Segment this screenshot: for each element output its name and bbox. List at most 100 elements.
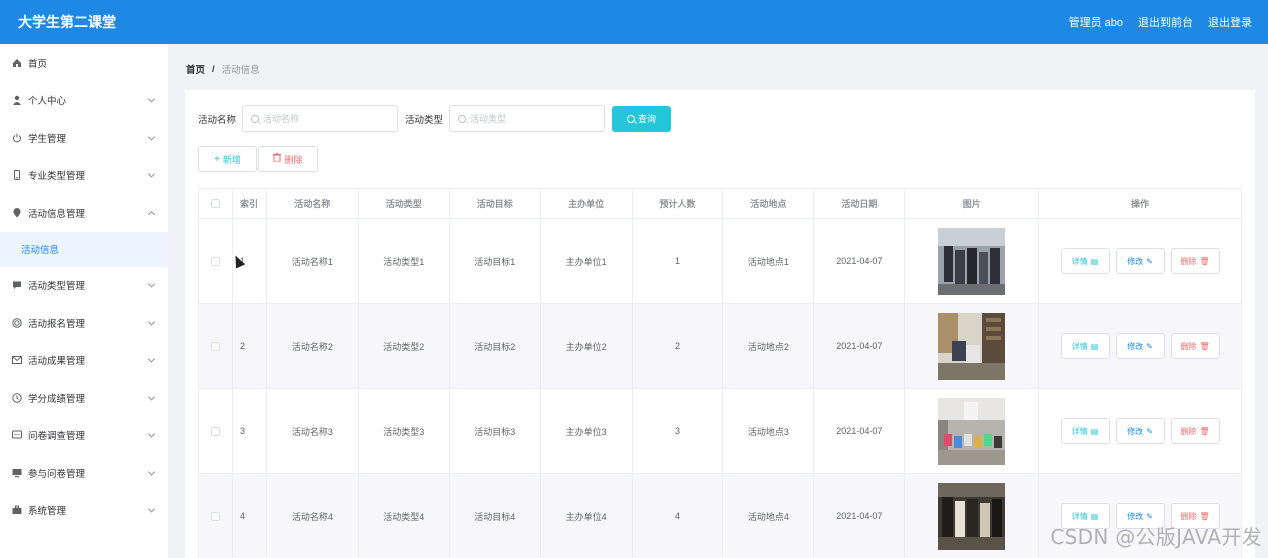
cell-type: 活动类型2 <box>359 304 450 388</box>
sidebar-item-survey-mgmt[interactable]: 问卷调查管理 <box>0 417 168 455</box>
detail-button[interactable]: 详情 ▤ <box>1060 418 1110 444</box>
edit-label: 修改 <box>1127 341 1144 351</box>
column-header: 索引 <box>233 189 267 218</box>
sidebar-item-credit-score-mgmt[interactable]: 学分成绩管理 <box>0 379 168 417</box>
cell-type: 活动类型4 <box>359 474 450 558</box>
add-button[interactable]: + 新增 <box>198 146 257 172</box>
cell-goal: 活动目标3 <box>450 389 541 473</box>
edit-button[interactable]: 修改 ✎ <box>1115 418 1165 444</box>
delete-button[interactable]: 删除 🗑 <box>1170 248 1220 274</box>
document-icon: ▤ <box>1090 511 1099 521</box>
activity-name-input[interactable] <box>263 113 384 124</box>
cell-organizer: 主办单位1 <box>541 219 633 303</box>
delete-button[interactable]: 删除 🗑 <box>1170 333 1220 359</box>
delete-button[interactable]: 删除 🗑 <box>1170 418 1220 444</box>
column-header: 活动日期 <box>814 189 906 218</box>
chevron-down-icon <box>147 280 156 288</box>
table-row: 1 活动名称1 活动类型1 活动目标1 主办单位1 1 活动地点1 2021-0… <box>198 219 1242 304</box>
activity-type-field[interactable] <box>449 105 606 132</box>
sidebar-item-student-mgmt[interactable]: 学生管理 <box>0 119 168 157</box>
sidebar-item-label: 首页 <box>28 58 48 70</box>
row-checkbox[interactable] <box>210 256 220 266</box>
suitcase-icon <box>11 505 22 516</box>
edit-button[interactable]: 修改 ✎ <box>1115 248 1165 274</box>
cell-index: 3 <box>233 389 267 473</box>
clock-icon <box>11 392 22 403</box>
cell-goal: 活动目标4 <box>450 474 541 558</box>
activity-photo <box>938 397 1006 465</box>
activity-type-input[interactable] <box>470 113 591 124</box>
detail-button[interactable]: 详情 ▤ <box>1060 333 1110 359</box>
sidebar-item-label: 活动报名管理 <box>28 318 86 330</box>
sidebar-item-activity-info-mgmt[interactable]: 活动信息管理 <box>0 194 168 232</box>
cell-people: 2 <box>633 304 724 388</box>
exit-to-frontend-link[interactable]: 退出到前台 <box>1138 14 1193 30</box>
plus-icon: + <box>214 153 220 165</box>
chevron-down-icon <box>147 170 156 178</box>
sidebar-item-label: 系统管理 <box>28 506 67 518</box>
document-icon: ▤ <box>1090 341 1099 351</box>
detail-label: 详情 <box>1071 256 1088 266</box>
edit-button[interactable]: 修改 ✎ <box>1115 333 1165 359</box>
query-button[interactable]: 查询 <box>612 105 672 132</box>
sidebar-item-activity-signup-mgmt[interactable]: 活动报名管理 <box>0 304 168 342</box>
cell-image <box>905 474 1040 558</box>
sidebar-item-label: 活动类型管理 <box>28 281 86 293</box>
trash-icon: 🗑 <box>1199 511 1210 521</box>
cell-image <box>905 389 1040 473</box>
row-select-cell <box>199 304 233 388</box>
cell-name: 活动名称1 <box>267 219 359 303</box>
header-select-cell <box>199 189 233 218</box>
chat-icon <box>11 280 22 291</box>
coin-icon <box>11 317 22 328</box>
edit-label: 修改 <box>1127 511 1144 521</box>
cell-location: 活动地点2 <box>723 304 815 388</box>
sidebar-subitem-activity-info[interactable]: 活动信息 <box>0 231 168 267</box>
cell-operations: 详情 ▤ 修改 ✎ 删除 🗑 <box>1039 219 1242 303</box>
mail-icon <box>11 355 22 366</box>
activity-name-field[interactable] <box>242 105 399 132</box>
sidebar-item-activity-result-mgmt[interactable]: 活动成果管理 <box>0 342 168 380</box>
chevron-down-icon <box>147 393 156 401</box>
cell-operations: 详情 ▤ 修改 ✎ 删除 🗑 <box>1039 389 1242 473</box>
select-all-checkbox[interactable] <box>210 199 220 208</box>
detail-button[interactable]: 详情 ▤ <box>1060 248 1110 274</box>
delete-label: 删除 <box>1180 341 1197 351</box>
home-icon <box>11 57 22 68</box>
chevron-down-icon <box>147 505 156 513</box>
cell-people: 3 <box>633 389 724 473</box>
admin-user-label[interactable]: 管理员 abo <box>1069 14 1123 30</box>
main-content-card: 活动名称 活动类型 查询 + 新增 删除 索引 活动 <box>185 90 1255 558</box>
breadcrumb-current: 活动信息 <box>221 65 260 76</box>
row-checkbox[interactable] <box>210 341 220 351</box>
batch-delete-button[interactable]: 删除 <box>258 146 318 172</box>
trash-icon <box>273 153 282 165</box>
table-row: 3 活动名称3 活动类型3 活动目标3 主办单位3 3 活动地点3 2021-0… <box>198 389 1242 474</box>
column-header: 图片 <box>905 189 1040 218</box>
logout-link[interactable]: 退出登录 <box>1208 14 1252 30</box>
sidebar-item-personal-center[interactable]: 个人中心 <box>0 82 168 120</box>
sidebar-item-participate-survey-mgmt[interactable]: 参与问卷管理 <box>0 454 168 492</box>
cell-people: 1 <box>633 219 724 303</box>
monitor-icon <box>11 467 22 478</box>
table-header-row: 索引 活动名称 活动类型 活动目标 主办单位 预计人数 活动地点 活动日期 图片… <box>198 189 1242 219</box>
cell-index: 2 <box>233 304 267 388</box>
delete-label: 删除 <box>1180 511 1197 521</box>
activity-table: 索引 活动名称 活动类型 活动目标 主办单位 预计人数 活动地点 活动日期 图片… <box>198 188 1242 558</box>
sidebar-item-major-type-mgmt[interactable]: 专业类型管理 <box>0 157 168 195</box>
message-icon <box>11 430 22 441</box>
pencil-icon: ✎ <box>1146 341 1153 351</box>
sidebar-item-activity-type-mgmt[interactable]: 活动类型管理 <box>0 267 168 305</box>
activity-photo <box>938 482 1006 550</box>
column-header: 活动地点 <box>723 189 815 218</box>
breadcrumb-home[interactable]: 首页 <box>186 62 205 76</box>
chevron-down-icon <box>147 468 156 476</box>
row-checkbox[interactable] <box>210 511 220 521</box>
delete-label: 删除 <box>1180 426 1197 436</box>
row-checkbox[interactable] <box>210 426 220 436</box>
column-header: 活动目标 <box>450 189 541 218</box>
activity-type-label: 活动类型 <box>405 114 444 126</box>
sidebar-item-home[interactable]: 首页 <box>0 44 168 82</box>
top-navbar: 大学生第二课堂 管理员 abo 退出到前台 退出登录 <box>0 0 1268 44</box>
sidebar-item-system-mgmt[interactable]: 系统管理 <box>0 492 168 530</box>
